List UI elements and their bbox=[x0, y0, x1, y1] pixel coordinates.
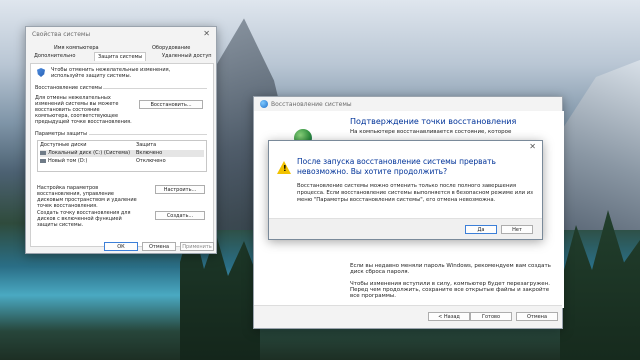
system-properties-title: Свойства системы bbox=[32, 30, 91, 38]
create-description: Создать точку восстановления для дисков … bbox=[37, 210, 131, 228]
back-button[interactable]: < Назад bbox=[428, 312, 470, 321]
create-button[interactable]: Создать... bbox=[155, 211, 205, 220]
confirm-details: Восстановление системы можно отменить то… bbox=[297, 183, 533, 203]
wizard-heading: Подтверждение точки восстановления bbox=[350, 117, 517, 126]
confirm-titlebar: ✕ bbox=[269, 141, 542, 153]
restore-window-title: Восстановление системы bbox=[271, 100, 352, 108]
restore-description: Для отмены нежелательных изменений систе… bbox=[35, 95, 132, 125]
col-drives-header: Доступные диски bbox=[40, 142, 87, 148]
shield-icon bbox=[37, 68, 45, 77]
confirm-footer: Да Нет bbox=[269, 218, 542, 239]
confirm-question: После запуска восстановление системы пре… bbox=[297, 157, 496, 176]
configure-description: Настройка параметров восстановления, упр… bbox=[37, 185, 137, 209]
finish-button[interactable]: Готово bbox=[470, 312, 512, 321]
divider bbox=[103, 88, 207, 89]
drive-icon bbox=[40, 158, 46, 163]
wizard-text-2: Если вы недавно меняли пароль Windows, р… bbox=[350, 263, 551, 275]
system-properties-window: Свойства системы ✕ Имя компьютера Оборуд… bbox=[25, 26, 217, 254]
cancel-button[interactable]: Отмена bbox=[142, 242, 176, 251]
apply-button[interactable]: Применить bbox=[180, 242, 214, 251]
no-button[interactable]: Нет bbox=[501, 225, 533, 234]
restore-titlebar: Восстановление системы bbox=[254, 97, 562, 111]
yes-button[interactable]: Да bbox=[465, 225, 497, 234]
drive-name: Локальный диск (C:) (Система) bbox=[48, 150, 131, 156]
tab-computer-name[interactable]: Имя компьютера bbox=[54, 45, 99, 51]
tab-system-protection[interactable]: Защита системы bbox=[94, 52, 147, 61]
system-properties-titlebar: Свойства системы ✕ bbox=[26, 27, 216, 41]
drive-status: Включено bbox=[136, 150, 163, 156]
tab-advanced[interactable]: Дополнительно bbox=[34, 53, 75, 59]
system-protection-panel: Чтобы отменить нежелательные изменения, … bbox=[30, 63, 214, 247]
cancel-button[interactable]: Отмена bbox=[516, 312, 558, 321]
table-row[interactable]: Локальный диск (C:) (Система) Включено bbox=[40, 150, 204, 157]
tab-remote[interactable]: Удаленный доступ bbox=[162, 53, 212, 59]
drives-list[interactable]: Доступные диски Защита Локальный диск (C… bbox=[37, 140, 207, 172]
tab-strip: Имя компьютера Оборудование Дополнительн… bbox=[30, 43, 214, 63]
divider bbox=[89, 134, 207, 135]
confirm-dialog: ✕ ! После запуска восстановление системы… bbox=[268, 140, 543, 240]
col-protection-header: Защита bbox=[136, 142, 157, 148]
configure-button[interactable]: Настроить... bbox=[155, 185, 205, 194]
drive-name: Новый том (D:) bbox=[48, 158, 88, 164]
table-row[interactable]: Новый том (D:) Отключено bbox=[40, 158, 204, 165]
wizard-text-3: Чтобы изменения вступили в силу, компьют… bbox=[350, 281, 551, 299]
drive-status: Отключено bbox=[136, 158, 166, 164]
warning-mark-icon: ! bbox=[283, 164, 287, 173]
system-restore-icon bbox=[260, 100, 268, 108]
intro-text: Чтобы отменить нежелательные изменения, … bbox=[51, 67, 171, 79]
drive-icon bbox=[40, 150, 46, 155]
wizard-footer: < Назад Готово Отмена bbox=[254, 305, 562, 328]
restore-group-label: Восстановление системы bbox=[35, 85, 103, 91]
protection-group-label: Параметры защиты bbox=[35, 131, 88, 137]
drives-list-header: Доступные диски Защита bbox=[40, 142, 204, 149]
ok-button[interactable]: ОК bbox=[104, 242, 138, 251]
restore-button[interactable]: Восстановить... bbox=[139, 100, 203, 109]
close-icon[interactable]: ✕ bbox=[529, 143, 536, 151]
tab-hardware[interactable]: Оборудование bbox=[152, 45, 190, 51]
wizard-text-1: На компьютере восстанавливается состояни… bbox=[350, 129, 512, 135]
close-icon[interactable]: ✕ bbox=[203, 30, 210, 38]
